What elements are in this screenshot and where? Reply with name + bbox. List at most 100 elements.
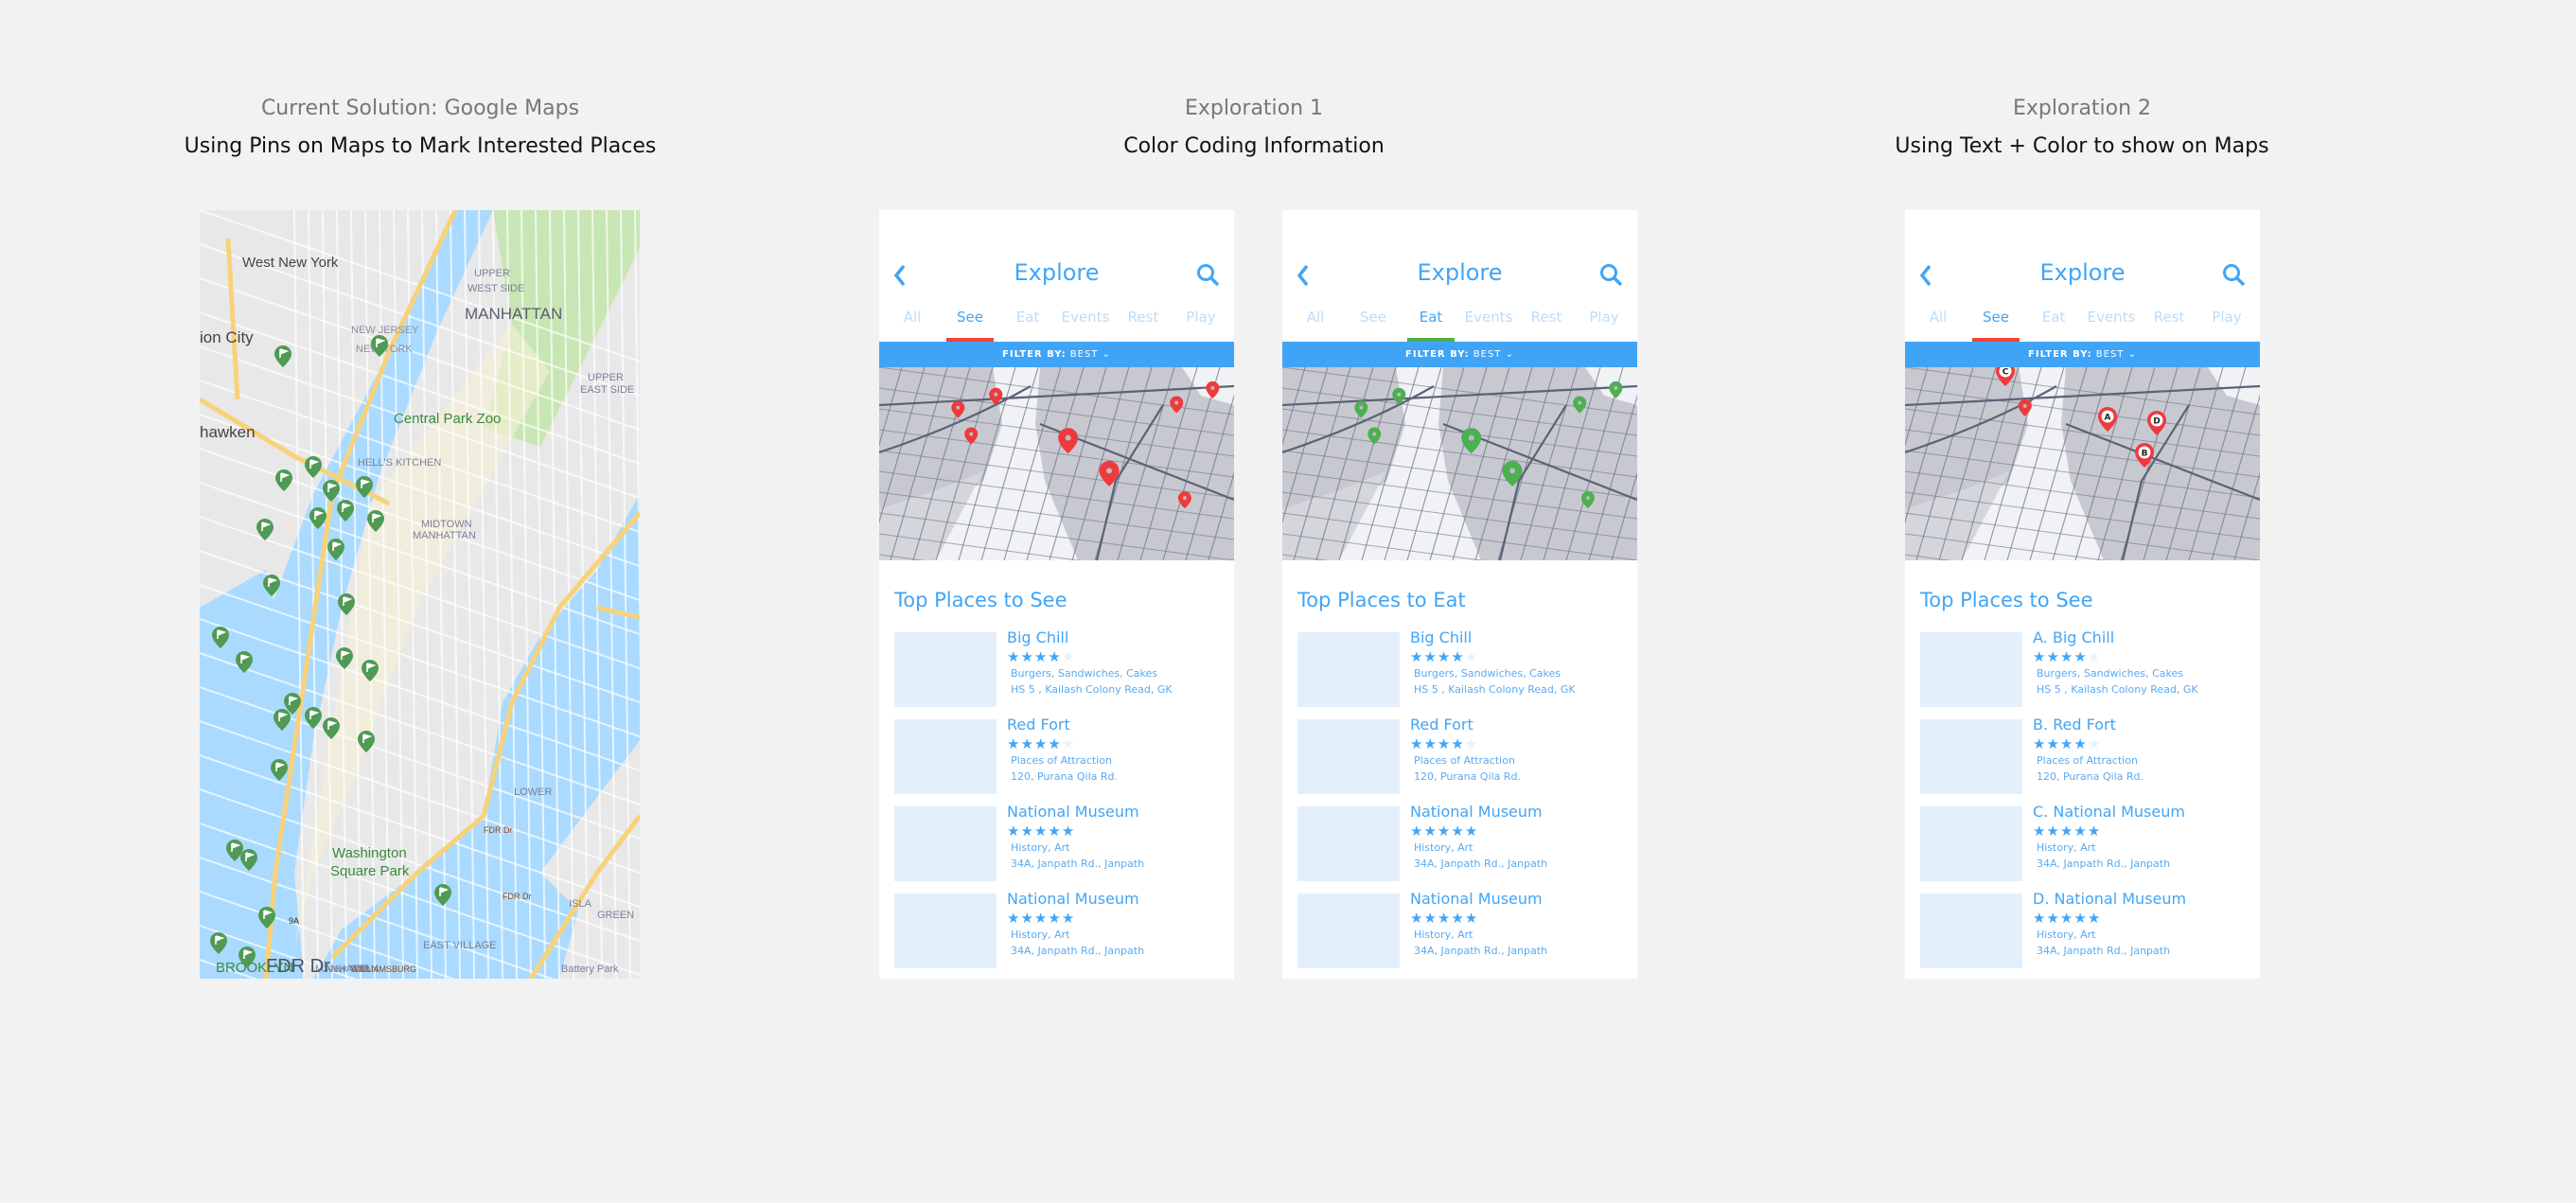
rating-stars: ★★★★★ [1007, 648, 1173, 665]
place-name[interactable]: National Museum [1007, 803, 1144, 821]
map-label: EAST SIDE [580, 384, 634, 396]
google-map[interactable]: West New York ion City hawken NEW JERSEY NEW… [200, 210, 640, 979]
places-list: A. Big Chill ★★★★★ Burgers, Sandwiches, Ca… [1920, 628, 2245, 979]
tab-rest[interactable]: Rest [1118, 305, 1169, 343]
star-icon: ★ [1437, 823, 1452, 840]
map-label: NEW JERSEY [351, 325, 419, 336]
star-icon: ★ [1451, 648, 1465, 665]
place-address: 120, Purana Qila Rd. [1414, 770, 1522, 783]
list-item[interactable]: C. National Museum ★★★★★ History, Art 34A, … [1920, 803, 2245, 893]
place-name[interactable]: National Museum [1410, 803, 1547, 821]
tab-rest[interactable]: Rest [2144, 305, 2195, 343]
filter-dropdown[interactable]: FILTER BY: BEST ⌄ [1282, 342, 1637, 367]
list-item[interactable]: National Museum ★★★★★ History, Art 34A, Jan… [1297, 803, 1622, 893]
star-icon: ★ [1437, 648, 1452, 665]
map-view[interactable] [879, 367, 1234, 560]
tab-see[interactable]: See [944, 305, 996, 343]
map-pin-icon[interactable] [1354, 400, 1368, 418]
search-icon[interactable] [1599, 263, 1624, 288]
star-icon: ★ [1451, 910, 1465, 927]
star-icon: ★ [1410, 735, 1424, 752]
tab-all[interactable]: All [1290, 305, 1341, 343]
map-view[interactable] [1282, 367, 1637, 560]
map-pin-icon[interactable] [1058, 428, 1079, 454]
section-caption: Current Solution: Google Maps [260, 97, 580, 120]
tab-label: Rest [1530, 309, 1562, 326]
tab-rest[interactable]: Rest [1521, 305, 1572, 343]
map-pin-icon[interactable] [1580, 491, 1595, 509]
tab-label: Eat [2041, 309, 2066, 326]
search-icon[interactable] [2222, 263, 2247, 288]
list-item[interactable]: Red Fort ★★★★★ Places of Attraction 120, Pu… [1297, 716, 1622, 806]
tab-events[interactable]: Events [1463, 305, 1514, 343]
list-item[interactable]: Red Fort ★★★★★ Places of Attraction 120, Pu… [894, 716, 1219, 806]
place-name[interactable]: Red Fort [1007, 716, 1118, 734]
list-item[interactable]: National Museum ★★★★★ History, Art 34A, Jan… [1297, 890, 1622, 979]
phone-screen-3: Explore All See Eat Events Rest Play FILTER B… [1905, 210, 2260, 979]
star-icon: ★ [1020, 735, 1034, 752]
map-label: Washington [332, 845, 407, 861]
lettered-map-pin[interactable]: D [2147, 411, 2166, 435]
list-item[interactable]: National Museum ★★★★★ History, Art 34A, Jan… [894, 803, 1219, 893]
list-item[interactable]: Big Chill ★★★★★ Burgers, Sandwiches, Cakes… [894, 628, 1219, 719]
filter-dropdown[interactable]: FILTER BY: BEST ⌄ [1905, 342, 2260, 367]
tab-label: Play [1589, 309, 1619, 326]
tab-play[interactable]: Play [2201, 305, 2252, 343]
filter-value: BEST [1473, 349, 1502, 360]
tab-eat[interactable]: Eat [1405, 305, 1456, 343]
star-icon: ★ [2033, 823, 2047, 840]
place-category: History, Art [2037, 841, 2096, 854]
map-pin-icon[interactable] [1461, 428, 1482, 454]
list-item[interactable]: B. Red Fort ★★★★★ Places of Attraction 120,… [1920, 716, 2245, 806]
tab-play[interactable]: Play [1175, 305, 1226, 343]
list-item[interactable]: National Museum ★★★★★ History, Art 34A, Jan… [894, 890, 1219, 979]
map-pin-icon[interactable] [1170, 396, 1184, 414]
place-name[interactable]: B. Red Fort [2033, 716, 2144, 734]
place-name[interactable]: Big Chill [1410, 628, 1576, 646]
pin-letter: C [2003, 368, 2009, 378]
list-item[interactable]: Big Chill ★★★★★ Burgers, Sandwiches, Cakes… [1297, 628, 1622, 719]
star-icon: ★ [1423, 648, 1438, 665]
place-name[interactable]: Red Fort [1410, 716, 1521, 734]
tab-label: Play [1186, 309, 1216, 326]
tab-events[interactable]: Events [1060, 305, 1111, 343]
tab-see[interactable]: See [1970, 305, 2021, 343]
place-name[interactable]: Big Chill [1007, 628, 1173, 646]
category-tabs: All See Eat Events Rest Play [1282, 305, 1637, 343]
tab-all[interactable]: All [887, 305, 938, 343]
map-pin-icon[interactable] [951, 400, 965, 418]
lettered-map-pin[interactable]: C [1996, 367, 2015, 386]
place-thumbnail [1297, 806, 1400, 881]
map-label: EAST VILLAGE [423, 940, 496, 951]
places-list: Big Chill ★★★★★ Burgers, Sandwiches, Cakes… [1297, 628, 1622, 979]
place-name[interactable]: National Museum [1007, 890, 1144, 908]
pin-letter: A [2105, 414, 2111, 423]
place-category: History, Art [1011, 929, 1070, 941]
map-label: FDR Dr [484, 825, 513, 835]
page-title: Explore [1014, 259, 1100, 286]
tab-eat[interactable]: Eat [2028, 305, 2079, 343]
tab-eat[interactable]: Eat [1002, 305, 1053, 343]
map-label: MIDTOWN [421, 519, 472, 530]
tab-see[interactable]: See [1348, 305, 1399, 343]
tab-all[interactable]: All [1913, 305, 1964, 343]
place-name[interactable]: A. Big Chill [2033, 628, 2198, 646]
place-name[interactable]: D. National Museum [2033, 890, 2186, 908]
filter-dropdown[interactable]: FILTER BY: BEST ⌄ [879, 342, 1234, 367]
map-view[interactable]: A B C D [1905, 367, 2260, 560]
map-pin-icon[interactable] [1177, 491, 1191, 509]
tab-play[interactable]: Play [1579, 305, 1630, 343]
tab-events[interactable]: Events [2086, 305, 2137, 343]
place-name[interactable]: C. National Museum [2033, 803, 2185, 821]
place-address: 34A, Janpath Rd., Janpath [1011, 945, 1145, 957]
place-thumbnail [1297, 893, 1400, 968]
place-thumbnail [1920, 806, 2022, 881]
list-item[interactable]: A. Big Chill ★★★★★ Burgers, Sandwiches, Ca… [1920, 628, 2245, 719]
list-item[interactable]: D. National Museum ★★★★★ History, Art 34A, … [1920, 890, 2245, 979]
star-icon: ★ [2087, 735, 2102, 752]
map-pin-icon[interactable] [1573, 396, 1587, 414]
search-icon[interactable] [1196, 263, 1221, 288]
phone-screen-1: Explore All See Eat Events Rest Play FILTER B… [879, 210, 1234, 979]
place-thumbnail [894, 719, 997, 794]
place-name[interactable]: National Museum [1410, 890, 1547, 908]
